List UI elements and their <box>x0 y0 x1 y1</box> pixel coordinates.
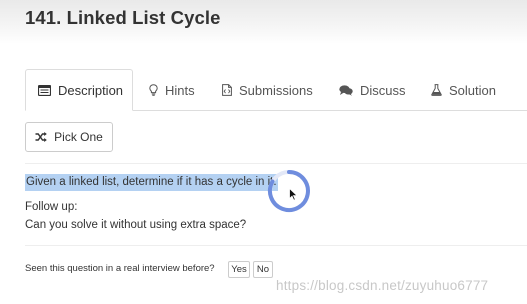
follow-up-label: Follow up: <box>25 201 78 213</box>
divider <box>25 245 527 246</box>
tab-hints[interactable]: Hints <box>149 69 195 111</box>
interview-question: Seen this question in a real interview b… <box>25 263 215 274</box>
pick-one-label: Pick One <box>54 130 103 144</box>
divider <box>25 163 527 164</box>
tab-submissions-label: Submissions <box>239 82 313 98</box>
yes-button[interactable]: Yes <box>228 261 250 278</box>
no-button[interactable]: No <box>253 261 273 278</box>
tab-description[interactable]: Description <box>25 69 133 111</box>
shuffle-icon <box>35 132 47 142</box>
lightbulb-icon <box>149 84 158 96</box>
tab-hints-label: Hints <box>165 82 195 98</box>
tab-solution-label: Solution <box>449 82 496 98</box>
pick-one-button[interactable]: Pick One <box>25 122 113 152</box>
description-icon <box>38 84 51 96</box>
tab-solution[interactable]: Solution <box>431 69 496 111</box>
tab-bar: Description Hints Submissions Discuss So… <box>25 69 527 111</box>
tab-discuss-label: Discuss <box>360 82 406 98</box>
tab-discuss[interactable]: Discuss <box>339 69 406 111</box>
tab-submissions[interactable]: Submissions <box>222 69 313 111</box>
follow-up-text: Can you solve it without using extra spa… <box>25 219 247 231</box>
watermark-text: https://blog.csdn.net/zuyuhuo6777 <box>276 278 489 293</box>
flask-icon <box>431 84 442 96</box>
submissions-icon <box>222 84 232 96</box>
discuss-icon <box>339 84 353 96</box>
tab-description-label: Description <box>58 82 124 98</box>
question-text: Given a linked list, determine if it has… <box>25 174 278 191</box>
page-title: 141. Linked List Cycle <box>25 7 221 28</box>
mouse-cursor-icon <box>289 187 299 201</box>
